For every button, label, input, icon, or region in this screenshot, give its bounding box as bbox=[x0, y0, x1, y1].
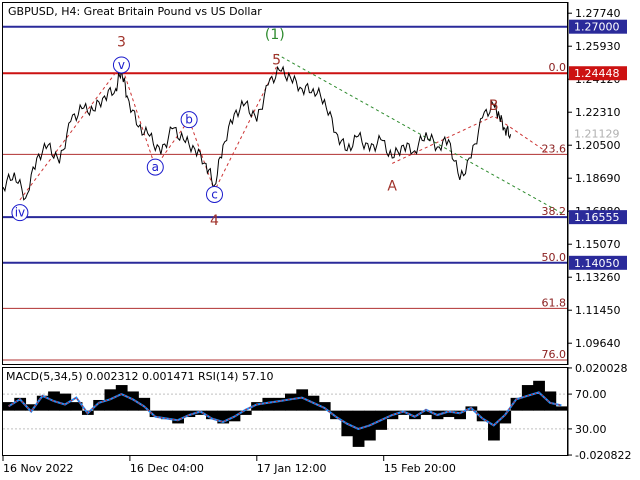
wave-label: iv bbox=[15, 206, 25, 220]
indicator-axis: 0.020028 70.00 30.00 -0.020822 bbox=[567, 362, 631, 462]
price-tick-label: 1.11450 bbox=[575, 304, 621, 317]
level-badge-label: 1.16555 bbox=[574, 211, 620, 224]
time-tick-label: 16 Nov 2022 bbox=[3, 462, 73, 475]
wave-label: A bbox=[387, 178, 397, 194]
time-tick-label: 16 Dec 04:00 bbox=[130, 462, 204, 475]
macd-bar bbox=[285, 393, 297, 411]
level-badge-label: 1.14050 bbox=[574, 257, 620, 270]
price-tick-label: 1.18690 bbox=[575, 172, 621, 185]
fib-label: 50.0 bbox=[542, 251, 567, 264]
price-tick-label: 1.22310 bbox=[575, 106, 621, 119]
price-tick-label: 1.09640 bbox=[575, 337, 621, 350]
wave-label: a bbox=[152, 160, 159, 174]
macd-bar bbox=[544, 391, 557, 411]
fib-label: 23.6 bbox=[542, 142, 567, 155]
price-axis: 1.277401.259301.241201.223101.205001.186… bbox=[567, 2, 627, 365]
macd-bar bbox=[172, 410, 184, 424]
price-tick-label: 1.15070 bbox=[575, 238, 621, 251]
price-tick-label: 1.13260 bbox=[575, 271, 621, 284]
indicator-panel: MACD(5,34,5) 0.002312 0.001471 RSI(14) 5… bbox=[2, 367, 568, 456]
wave-label: c bbox=[211, 187, 218, 201]
fib-label: 0.0 bbox=[549, 61, 567, 74]
price-tick-label: 1.25930 bbox=[575, 40, 621, 53]
macd-bar bbox=[115, 385, 128, 411]
chart-title: GBPUSD, H4: Great Britain Pound vs US Do… bbox=[8, 5, 262, 18]
macd-bar bbox=[555, 406, 568, 411]
wave-label: B bbox=[489, 98, 499, 114]
fib-label: 76.0 bbox=[542, 348, 567, 361]
macd-bar bbox=[499, 410, 512, 424]
time-tick-label: 15 Feb 20:00 bbox=[384, 462, 456, 475]
indicator-tick-label: 70.00 bbox=[575, 388, 607, 401]
wave-label: 4 bbox=[210, 213, 219, 229]
price-panel: GBPUSD, H4: Great Britain Pound vs US Do… bbox=[2, 2, 568, 365]
indicator-tick-label: 0.020028 bbox=[575, 362, 628, 375]
indicator-label: MACD(5,34,5) 0.002312 0.001471 RSI(14) 5… bbox=[6, 370, 273, 383]
fib-label: 38.2 bbox=[542, 205, 567, 218]
wave-label: 5 bbox=[272, 53, 281, 69]
price-tick-label: 1.20500 bbox=[575, 139, 621, 152]
wave-label: 3 bbox=[117, 34, 126, 50]
level-badge-label: 1.24448 bbox=[574, 67, 620, 80]
price-chart[interactable]: GBPUSD, H4: Great Britain Pound vs US Do… bbox=[0, 0, 640, 480]
level-badge-label: 1.27000 bbox=[574, 21, 620, 34]
wave-label: (1) bbox=[265, 27, 285, 43]
wave-label: v bbox=[118, 58, 125, 72]
fib-label: 61.8 bbox=[542, 296, 567, 309]
time-axis: 16 Nov 2022 16 Dec 04:00 17 Jan 12:00 15 Fe… bbox=[2, 456, 456, 475]
indicator-tick-label: -0.020822 bbox=[575, 449, 631, 462]
indicator-tick-label: 30.00 bbox=[575, 423, 607, 436]
price-tick-label: 1.27740 bbox=[575, 7, 621, 20]
time-tick-label: 17 Jan 12:00 bbox=[257, 462, 327, 475]
wave-label: b bbox=[185, 113, 193, 127]
level-badge-label: 1.21129 bbox=[574, 128, 620, 141]
